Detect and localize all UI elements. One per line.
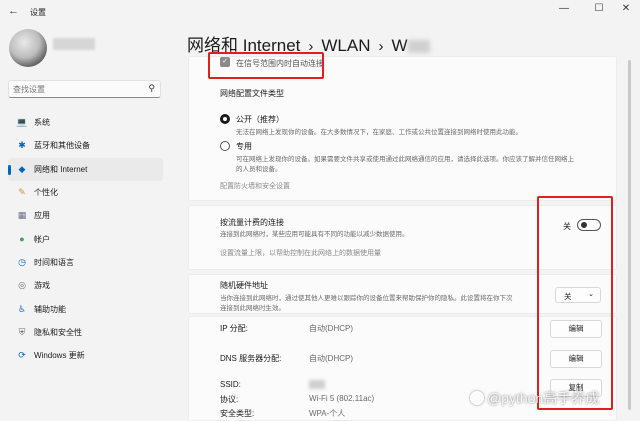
ssid-value-blurred (309, 380, 325, 389)
sidebar-item-icon: ● (19, 234, 25, 245)
sidebar-item-label: 应用 (34, 211, 50, 221)
watermark-logo-icon (470, 391, 484, 405)
sidebar-nav: 💻 系统 ✱ 蓝牙和其他设备 ◆ 网络和 Internet ✎ 个性化 ▦ 应用 ● 帐户 ◷ 时间和语言… (8, 111, 163, 367)
sidebar-item[interactable]: 💻 系统 (8, 111, 163, 134)
sidebar-item-label: 辅助功能 (34, 304, 66, 314)
window-title: 设置 (30, 8, 46, 17)
sidebar-item-icon: ✎ (18, 187, 26, 198)
ssid-blurred (407, 40, 430, 54)
public-description: 无法在网络上发现你的设备。在大多数情况下，在家庭、工作或公共位置连接到网络时使用… (236, 129, 522, 136)
sidebar-item-label: 隐私和安全性 (34, 327, 82, 337)
ip-assignment-label: IP 分配: (220, 324, 248, 333)
search-box[interactable]: ⚲ (8, 80, 161, 98)
sidebar-item-icon: ▦ (17, 210, 27, 221)
sidebar-item-label: 个性化 (34, 188, 58, 198)
back-arrow-icon[interactable]: ← (8, 5, 19, 17)
sidebar-item-icon: 💻 (16, 117, 28, 128)
sidebar-item[interactable]: ⟳ Windows 更新 (8, 344, 163, 367)
watermark-text: @python高手养成 (487, 390, 600, 406)
avatar[interactable] (9, 29, 47, 67)
sidebar-item[interactable]: ✎ 个性化 (8, 181, 163, 204)
user-name-blurred (53, 38, 95, 50)
sidebar-item[interactable]: ▦ 应用 (8, 204, 163, 227)
sidebar-item[interactable]: ◆ 网络和 Internet (8, 157, 163, 181)
sidebar-item-label: 系统 (34, 118, 50, 128)
metered-title: 按流量计费的连接 (220, 218, 284, 227)
sidebar-item[interactable]: ✱ 蓝牙和其他设备 (8, 134, 163, 157)
sidebar-item-icon: ⟳ (18, 350, 26, 361)
sidebar-item-icon: ✱ (18, 140, 26, 151)
profile-type-label: 网络配置文件类型 (220, 89, 284, 98)
sidebar-item[interactable]: ⛨ 隐私和安全性 (8, 321, 163, 344)
breadcrumb-network-name: W (391, 36, 408, 55)
sidebar-item-label: 游戏 (34, 281, 50, 291)
security-type-value: WPA-个人 (309, 409, 346, 418)
private-description-cont: 的人员和设备。 (236, 166, 282, 173)
sidebar-item[interactable]: ◷ 时间和语言 (8, 251, 163, 274)
sidebar-item-label: Windows 更新 (34, 351, 85, 361)
private-title: 专用 (236, 142, 252, 151)
protocol-label: 协议: (220, 395, 239, 404)
sidebar-item-label: 蓝牙和其他设备 (34, 141, 90, 151)
breadcrumb-separator: › (378, 38, 384, 55)
public-radio[interactable] (220, 114, 230, 124)
watermark: @python高手养成 (470, 388, 599, 408)
sidebar-item[interactable]: ♿ 辅助功能 (8, 297, 163, 320)
sidebar-item-label: 帐户 (34, 234, 50, 244)
close-button[interactable]: ✕ (618, 3, 634, 14)
sidebar-item-label: 时间和语言 (34, 257, 74, 267)
breadcrumb-wlan[interactable]: WLAN (321, 36, 370, 55)
random-mac-description: 当你连接到此网络时，通过使其他人更难以跟踪你的设备位置来帮助保护你的隐私。此设置… (220, 295, 513, 302)
sidebar-item-icon: ◷ (18, 256, 26, 267)
public-title: 公开（推荐） (236, 115, 284, 124)
maximize-button[interactable]: ☐ (591, 3, 607, 14)
scrollbar[interactable] (628, 60, 631, 410)
random-mac-description-cont: 连接到此网络时生效。 (220, 305, 285, 312)
title-bar: ← 设置 — ☐ ✕ (0, 0, 640, 24)
firewall-settings-link[interactable]: 配置防火墙和安全设置 (220, 181, 290, 191)
sidebar-item-icon: ◆ (18, 163, 26, 174)
dns-assignment-label: DNS 服务器分配: (220, 354, 282, 363)
search-icon[interactable]: ⚲ (148, 83, 155, 94)
protocol-value: Wi-Fi 5 (802.11ac) (309, 394, 375, 403)
dns-assignment-value: 自动(DHCP) (309, 354, 353, 363)
minimize-button[interactable]: — (556, 3, 572, 14)
highlight-controls (537, 196, 613, 410)
sidebar-item-icon: ⛨ (18, 326, 26, 337)
data-limit-link[interactable]: 设置流量上限，以帮助控制在此网络上的数据使用量 (220, 248, 381, 258)
highlight-auto-connect (208, 52, 324, 79)
random-mac-title: 随机硬件地址 (220, 281, 268, 290)
sidebar-item-label: 网络和 Internet (34, 164, 88, 174)
sidebar-item[interactable]: ● 帐户 (8, 227, 163, 250)
ip-assignment-value: 自动(DHCP) (309, 324, 353, 333)
ssid-label: SSID: (220, 380, 241, 389)
search-input[interactable] (13, 84, 133, 95)
private-radio[interactable] (220, 141, 230, 151)
metered-description: 连接到此网络时，某些应用可能具有不同的功能以减少数据使用。 (220, 231, 409, 238)
security-type-label: 安全类型: (220, 409, 255, 418)
sidebar-item-icon: ♿ (17, 303, 27, 314)
private-description: 可在网络上发现你的设备。如果需要文件共享或使用通过此网络通信的应用，请选择此选项… (236, 156, 574, 163)
sidebar-item[interactable]: ◎ 游戏 (8, 274, 163, 297)
sidebar-item-icon: ◎ (18, 280, 26, 291)
